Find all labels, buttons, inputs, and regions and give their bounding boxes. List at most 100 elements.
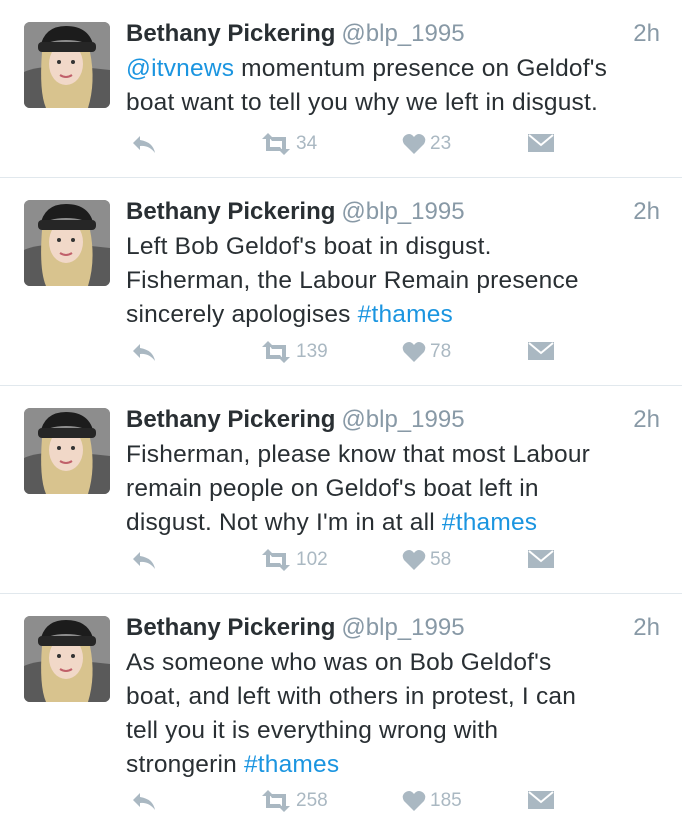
like-button[interactable]: 78 [402,337,451,367]
timestamp[interactable]: 2h [633,612,660,644]
retweet-count: 139 [296,341,328,362]
heart-icon [402,133,426,155]
tweet-header: Bethany Pickering @blp_1995 2h [126,196,660,228]
heart-icon [402,549,426,571]
retweet-icon [260,341,292,363]
retweet-button[interactable]: 258 [260,786,328,816]
text-segment: boat, and left with others in protest, I… [126,683,577,710]
heart-icon [402,790,426,812]
author-name[interactable]: Bethany Pickering [126,614,335,641]
reply-button[interactable] [130,545,158,575]
message-button[interactable] [528,129,554,159]
avatar[interactable] [24,616,110,702]
text-segment: As someone who was on Bob Geldof's [126,649,552,676]
timestamp[interactable]: 2h [633,18,660,50]
text-line: sincerely apologises #thames [126,298,666,332]
mention-link[interactable]: @itvnews [126,55,234,82]
text-line: @itvnews momentum presence on Geldof's [126,52,666,86]
text-segment: tell you it is everything wrong with [126,717,499,744]
text-segment: strongerin [126,751,244,778]
tweet-feed: Bethany Pickering @blp_1995 2h @itvnews m… [0,0,682,834]
text-segment: sincerely apologises [126,301,358,328]
text-line: strongerin #thames [126,748,666,782]
hashtag-link[interactable]: #thames [244,751,339,778]
text-segment: boat want to tell you why we left in dis… [126,89,599,116]
envelope-icon [528,134,554,154]
like-count: 23 [430,133,452,154]
hashtag-link[interactable]: #thames [358,301,453,328]
tweet: Bethany Pickering @blp_1995 2h Left Bob G… [0,178,682,386]
retweet-icon [260,549,292,571]
action-bar: 258 185 [126,786,556,816]
text-line: boat want to tell you why we left in dis… [126,86,666,120]
text-line: Fisherman, please know that most Labour [126,438,666,472]
author-handle[interactable]: @blp_1995 [341,20,464,47]
like-button[interactable]: 23 [402,129,451,159]
author-handle[interactable]: @blp_1995 [341,198,464,225]
avatar[interactable] [24,22,110,108]
message-button[interactable] [528,545,554,575]
author-name[interactable]: Bethany Pickering [126,20,335,47]
like-button[interactable]: 185 [402,786,462,816]
text-line: Fisherman, the Labour Remain presence [126,264,666,298]
reply-button[interactable] [130,129,158,159]
tweet-header: Bethany Pickering @blp_1995 2h [126,404,660,436]
retweet-button[interactable]: 139 [260,337,328,367]
action-bar: 34 23 [126,129,556,159]
retweet-count: 258 [296,790,328,811]
author-handle[interactable]: @blp_1995 [341,406,464,433]
timestamp[interactable]: 2h [633,404,660,436]
retweet-button[interactable]: 102 [260,545,328,575]
text-segment: remain people on Geldof's boat left in [126,475,539,502]
reply-icon [130,341,158,363]
message-button[interactable] [528,786,554,816]
tweet-text: Fisherman, please know that most Labour … [126,438,666,540]
text-segment: disgust. Not why I'm in at all [126,509,442,536]
tweet-text: @itvnews momentum presence on Geldof's b… [126,52,666,120]
reply-button[interactable] [130,786,158,816]
envelope-icon [528,550,554,570]
text-line: As someone who was on Bob Geldof's [126,646,666,680]
tweet-text: Left Bob Geldof's boat in disgust. Fishe… [126,230,666,332]
retweet-icon [260,133,292,155]
reply-button[interactable] [130,337,158,367]
retweet-count: 102 [296,549,328,570]
reply-icon [130,549,158,571]
text-line: disgust. Not why I'm in at all #thames [126,506,666,540]
text-segment: Fisherman, the Labour Remain presence [126,267,579,294]
tweet-header: Bethany Pickering @blp_1995 2h [126,612,660,644]
message-button[interactable] [528,337,554,367]
tweet-text: As someone who was on Bob Geldof's boat,… [126,646,666,782]
tweet-header: Bethany Pickering @blp_1995 2h [126,18,660,50]
avatar[interactable] [24,408,110,494]
text-segment: momentum presence on Geldof's [234,55,608,82]
text-line: boat, and left with others in protest, I… [126,680,666,714]
tweet: Bethany Pickering @blp_1995 2h As someone… [0,594,682,834]
action-bar: 102 58 [126,545,556,575]
avatar[interactable] [24,200,110,286]
tweet: Bethany Pickering @blp_1995 2h @itvnews m… [0,0,682,178]
like-count: 78 [430,341,452,362]
envelope-icon [528,791,554,811]
hashtag-link[interactable]: #thames [442,509,537,536]
author-handle[interactable]: @blp_1995 [341,614,464,641]
like-count: 58 [430,549,452,570]
retweet-count: 34 [296,133,318,154]
retweet-icon [260,790,292,812]
heart-icon [402,341,426,363]
reply-icon [130,790,158,812]
action-bar: 139 78 [126,337,556,367]
tweet: Bethany Pickering @blp_1995 2h Fisherman,… [0,386,682,594]
like-count: 185 [430,790,462,811]
text-segment: Fisherman, please know that most Labour [126,441,591,468]
timestamp[interactable]: 2h [633,196,660,228]
text-line: tell you it is everything wrong with [126,714,666,748]
text-line: Left Bob Geldof's boat in disgust. [126,230,666,264]
author-name[interactable]: Bethany Pickering [126,198,335,225]
like-button[interactable]: 58 [402,545,451,575]
reply-icon [130,133,158,155]
retweet-button[interactable]: 34 [260,129,317,159]
author-name[interactable]: Bethany Pickering [126,406,335,433]
text-segment: Left Bob Geldof's boat in disgust. [126,233,492,260]
text-line: remain people on Geldof's boat left in [126,472,666,506]
